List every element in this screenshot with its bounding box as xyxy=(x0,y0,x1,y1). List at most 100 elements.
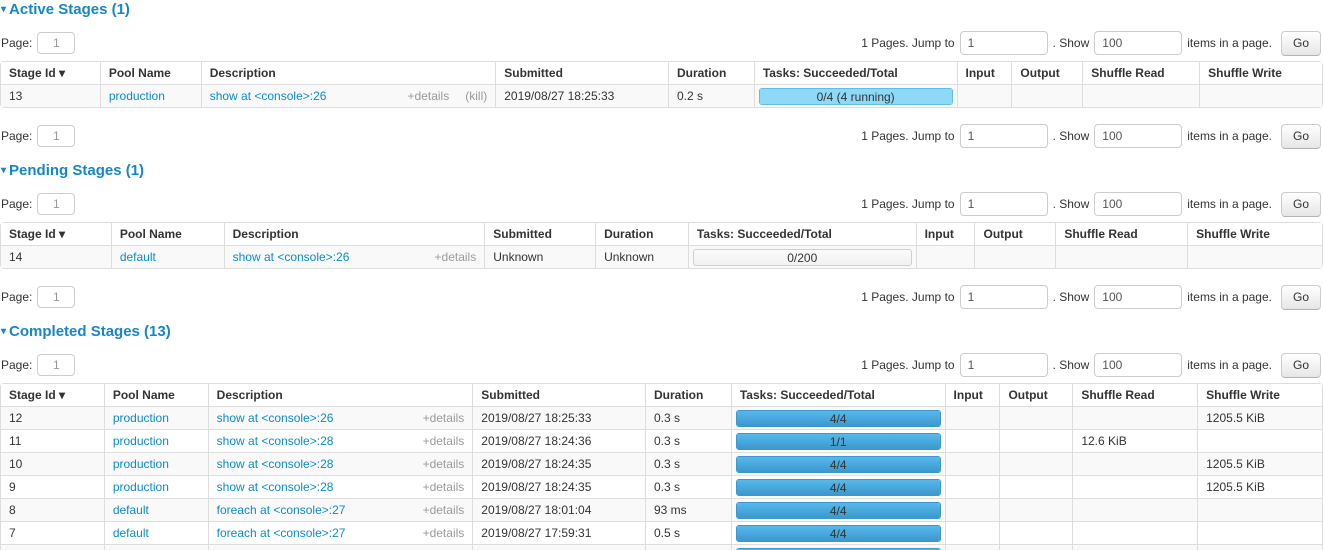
column-header-input[interactable]: Input xyxy=(945,384,1000,406)
column-header-description[interactable]: Description xyxy=(224,223,485,245)
column-header-output[interactable]: Output xyxy=(1011,62,1082,84)
go-button[interactable]: Go xyxy=(1281,353,1321,378)
cell-submitted: 2019/08/27 18:24:35 xyxy=(472,475,645,498)
details-toggle-link[interactable]: +details xyxy=(423,503,465,517)
details-toggle-link[interactable]: +details xyxy=(423,434,465,448)
go-button[interactable]: Go xyxy=(1281,31,1321,56)
column-header-tasks[interactable]: Tasks: Succeeded/Total xyxy=(731,384,945,406)
column-header-shuffle-write[interactable]: Shuffle Write xyxy=(1197,384,1322,406)
pending-stages-table: Stage Id ▾Pool NameDescriptionSubmittedD… xyxy=(0,222,1323,269)
active-stages-toggle-link[interactable]: Active Stages (1) xyxy=(9,1,130,18)
header-row: Stage Id ▾Pool NameDescriptionSubmittedD… xyxy=(1,384,1322,406)
pool-name-link[interactable]: default xyxy=(113,526,149,540)
pool-name-link[interactable]: production xyxy=(113,434,169,448)
cell-shuffle-write xyxy=(1197,429,1322,452)
show-items-input[interactable] xyxy=(1094,31,1182,55)
pending-stages-section: ▾Pending Stages (1) Page: 1 Pages. Jump … xyxy=(0,162,1323,310)
pending-stages-toggle-link[interactable]: Pending Stages (1) xyxy=(9,162,144,179)
page-number-input[interactable] xyxy=(37,354,75,376)
column-header-submitted[interactable]: Submitted xyxy=(495,62,668,84)
jump-to-page-input[interactable] xyxy=(960,31,1048,55)
details-toggle-link[interactable]: +details xyxy=(423,457,465,471)
column-header-submitted[interactable]: Submitted xyxy=(472,384,645,406)
column-header-input[interactable]: Input xyxy=(916,223,975,245)
column-header-tasks[interactable]: Tasks: Succeeded/Total xyxy=(754,62,957,84)
go-button[interactable]: Go xyxy=(1281,285,1321,310)
pages-jump-label: 1 Pages. Jump to xyxy=(861,129,954,143)
column-header-duration[interactable]: Duration xyxy=(595,223,688,245)
column-header-shuffle-read[interactable]: Shuffle Read xyxy=(1055,223,1187,245)
show-items-input[interactable] xyxy=(1094,192,1182,216)
stage-description-link[interactable]: foreach at <console>:27 xyxy=(217,503,346,517)
column-header-description[interactable]: Description xyxy=(208,384,473,406)
column-header-input[interactable]: Input xyxy=(957,62,1012,84)
go-button[interactable]: Go xyxy=(1281,124,1321,149)
section-title-active: ▾Active Stages (1) xyxy=(1,1,1323,18)
pool-name-link[interactable]: production xyxy=(113,480,169,494)
column-header-shuffle-write[interactable]: Shuffle Write xyxy=(1187,223,1322,245)
pages-jump-label: 1 Pages. Jump to xyxy=(861,358,954,372)
column-header-tasks[interactable]: Tasks: Succeeded/Total xyxy=(688,223,916,245)
column-header-output[interactable]: Output xyxy=(999,384,1072,406)
stage-description-link[interactable]: show at <console>:28 xyxy=(217,457,334,471)
details-toggle-link[interactable]: +details xyxy=(423,480,465,494)
details-toggle-link[interactable]: +details xyxy=(435,250,477,264)
column-header-pool[interactable]: Pool Name xyxy=(104,384,208,406)
cell-input xyxy=(945,521,1000,544)
items-per-page-label: items in a page. xyxy=(1187,36,1272,50)
cell-description: show at <console>:28 +details xyxy=(208,475,473,498)
kill-stage-link[interactable]: (kill) xyxy=(465,89,487,103)
column-header-submitted[interactable]: Submitted xyxy=(484,223,595,245)
cell-pool-name: production xyxy=(104,544,208,550)
jump-to-page-input[interactable] xyxy=(960,124,1048,148)
table-body: 14defaultshow at <console>:26+detailsUnk… xyxy=(1,245,1322,268)
column-header-stage-id[interactable]: Stage Id ▾ xyxy=(1,62,100,84)
page-number-input[interactable] xyxy=(37,32,75,54)
cell-input xyxy=(957,84,1012,107)
column-header-duration[interactable]: Duration xyxy=(668,62,754,84)
progress-label: 4/4 xyxy=(737,503,940,519)
cell-duration: 0.3 s xyxy=(645,406,731,429)
details-toggle-link[interactable]: +details xyxy=(408,89,450,103)
stage-description-link[interactable]: show at <console>:26 xyxy=(233,250,350,264)
jump-to-page-input[interactable] xyxy=(960,353,1048,377)
go-button[interactable]: Go xyxy=(1281,192,1321,217)
description-wrap: show at <console>:26 +details xyxy=(233,250,477,264)
column-header-pool[interactable]: Pool Name xyxy=(111,223,224,245)
pool-name-link[interactable]: default xyxy=(120,250,156,264)
page-number-input[interactable] xyxy=(37,193,75,215)
pool-name-link[interactable]: default xyxy=(113,503,149,517)
show-items-input[interactable] xyxy=(1094,353,1182,377)
details-toggle-link[interactable]: +details xyxy=(423,526,465,540)
completed-stages-toggle-link[interactable]: Completed Stages (13) xyxy=(9,323,171,340)
stage-description-link[interactable]: show at <console>:26 xyxy=(217,411,334,425)
column-header-duration[interactable]: Duration xyxy=(645,384,731,406)
column-header-shuffle-read[interactable]: Shuffle Read xyxy=(1072,384,1197,406)
column-header-shuffle-read[interactable]: Shuffle Read xyxy=(1082,62,1199,84)
show-items-input[interactable] xyxy=(1094,124,1182,148)
jump-to-page-input[interactable] xyxy=(960,285,1048,309)
cell-input xyxy=(945,429,1000,452)
stage-description-link[interactable]: show at <console>:28 xyxy=(217,480,334,494)
tasks-progress-bar: 4/4 xyxy=(736,410,941,427)
pool-name-link[interactable]: production xyxy=(109,89,165,103)
show-items-input[interactable] xyxy=(1094,285,1182,309)
column-header-description[interactable]: Description xyxy=(201,62,496,84)
column-header-shuffle-write[interactable]: Shuffle Write xyxy=(1199,62,1322,84)
stage-description-link[interactable]: show at <console>:28 xyxy=(217,434,334,448)
details-toggle-link[interactable]: +details xyxy=(423,411,465,425)
page-number-input[interactable] xyxy=(37,286,75,308)
column-header-stage-id[interactable]: Stage Id ▾ xyxy=(1,384,104,406)
column-header-pool[interactable]: Pool Name xyxy=(100,62,201,84)
stage-description-link[interactable]: show at <console>:26 xyxy=(210,89,327,103)
column-header-output[interactable]: Output xyxy=(974,223,1055,245)
column-header-stage-id[interactable]: Stage Id ▾ xyxy=(1,223,111,245)
pool-name-link[interactable]: production xyxy=(113,411,169,425)
jump-to-page-input[interactable] xyxy=(960,192,1048,216)
cell-tasks-progress: 1/1 xyxy=(731,429,945,452)
cell-submitted: 2019/08/27 18:01:04 xyxy=(472,498,645,521)
pool-name-link[interactable]: production xyxy=(113,457,169,471)
cell-submitted: 2019/08/27 17:59:31 xyxy=(472,521,645,544)
page-number-input[interactable] xyxy=(37,125,75,147)
stage-description-link[interactable]: foreach at <console>:27 xyxy=(217,526,346,540)
